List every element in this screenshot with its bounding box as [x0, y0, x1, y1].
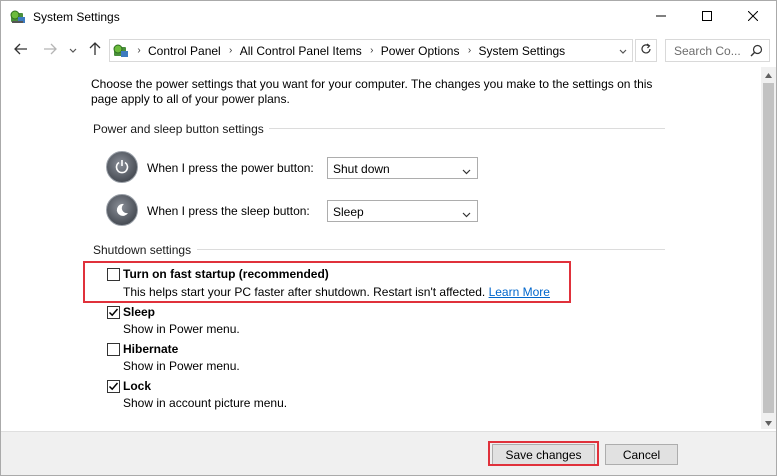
scroll-thumb[interactable] [763, 83, 774, 413]
close-icon [747, 10, 759, 24]
title-bar: System Settings [1, 1, 776, 34]
power-button-value: Shut down [333, 162, 390, 176]
minimize-icon [656, 10, 666, 24]
search-box[interactable]: Search Co... [665, 39, 770, 62]
back-button[interactable] [11, 40, 31, 60]
checkmark-icon [108, 308, 119, 317]
control-panel-icon [112, 42, 130, 60]
breadcrumb-power-options[interactable]: Power Options [377, 44, 465, 58]
checkmark-icon [108, 382, 119, 391]
shutdown-heading: Shutdown settings [93, 243, 192, 257]
up-button[interactable] [85, 40, 105, 60]
search-icon [750, 44, 763, 60]
maximize-button[interactable] [684, 1, 730, 33]
caret-down-icon [765, 415, 772, 429]
refresh-icon [640, 43, 652, 58]
chevron-right-icon[interactable]: › [226, 45, 236, 56]
forward-button[interactable] [40, 40, 60, 60]
intro-text: Choose the power settings that you want … [91, 77, 653, 106]
power-button-select[interactable]: Shut down [327, 157, 478, 179]
arrow-up-icon [89, 41, 101, 59]
chevron-right-icon[interactable]: › [134, 45, 144, 56]
power-button-icon-wrap [106, 151, 138, 183]
fast-startup-title: Turn on fast startup (recommended) [123, 267, 329, 281]
address-history-button[interactable] [613, 39, 633, 62]
power-icon [106, 151, 138, 183]
maximize-icon [702, 10, 712, 24]
sleep-option-desc: Show in Power menu. [123, 322, 240, 336]
power-button-label: When I press the power button: [147, 161, 314, 175]
power-sleep-heading: Power and sleep button settings [93, 122, 264, 136]
sleep-button-icon-wrap [106, 194, 138, 226]
dialog-footer: Save changes Cancel [1, 431, 776, 475]
save-button-highlight [488, 441, 599, 466]
arrow-right-icon [43, 43, 57, 58]
system-settings-window: System Settings › Control Panel › All Co… [0, 0, 777, 476]
scroll-up-button[interactable] [761, 67, 776, 81]
breadcrumb-system-settings[interactable]: System Settings [474, 44, 570, 58]
fast-startup-desc-text: This helps start your PC faster after sh… [123, 285, 486, 299]
search-placeholder: Search Co... [674, 44, 741, 58]
caret-up-icon [765, 67, 772, 81]
hibernate-checkbox[interactable] [107, 343, 120, 356]
breadcrumb-control-panel[interactable]: Control Panel [144, 44, 226, 58]
sleep-button-select[interactable]: Sleep [327, 200, 478, 222]
sleep-option-title: Sleep [123, 305, 156, 319]
learn-more-link[interactable]: Learn More [489, 285, 550, 299]
sleep-button-value: Sleep [333, 205, 364, 219]
lock-option-desc: Show in account picture menu. [123, 396, 288, 410]
chevron-right-icon[interactable]: › [367, 45, 377, 56]
settings-content: Choose the power settings that you want … [1, 67, 761, 429]
divider [197, 249, 665, 250]
chevron-right-icon[interactable]: › [464, 45, 474, 56]
scroll-down-button[interactable] [761, 415, 776, 429]
address-bar[interactable]: › Control Panel › All Control Panel Item… [109, 39, 633, 62]
lock-option-title: Lock [123, 379, 152, 393]
chevron-down-icon [462, 164, 471, 178]
control-panel-icon [9, 8, 27, 26]
hibernate-option-desc: Show in Power menu. [123, 359, 240, 373]
moon-icon [106, 194, 138, 226]
fast-startup-checkbox[interactable] [107, 268, 120, 281]
hibernate-option-title: Hibernate [123, 342, 179, 356]
cancel-button[interactable]: Cancel [605, 444, 678, 465]
divider [269, 128, 665, 129]
vertical-scrollbar[interactable] [761, 67, 776, 429]
lock-checkbox[interactable] [107, 380, 120, 393]
window-title: System Settings [33, 10, 120, 24]
refresh-button[interactable] [635, 39, 657, 62]
breadcrumb: › Control Panel › All Control Panel Item… [134, 40, 570, 61]
recent-locations-button[interactable] [66, 40, 80, 60]
arrow-left-icon [14, 43, 28, 58]
breadcrumb-all-items[interactable]: All Control Panel Items [236, 44, 367, 58]
navigation-bar: › Control Panel › All Control Panel Item… [1, 35, 776, 65]
sleep-button-label: When I press the sleep button: [147, 204, 310, 218]
sleep-checkbox[interactable] [107, 306, 120, 319]
fast-startup-desc: This helps start your PC faster after sh… [123, 285, 550, 299]
close-button[interactable] [730, 1, 776, 33]
chevron-down-icon [619, 44, 627, 58]
chevron-down-icon [462, 207, 471, 221]
chevron-down-icon [69, 43, 77, 57]
minimize-button[interactable] [638, 1, 684, 33]
